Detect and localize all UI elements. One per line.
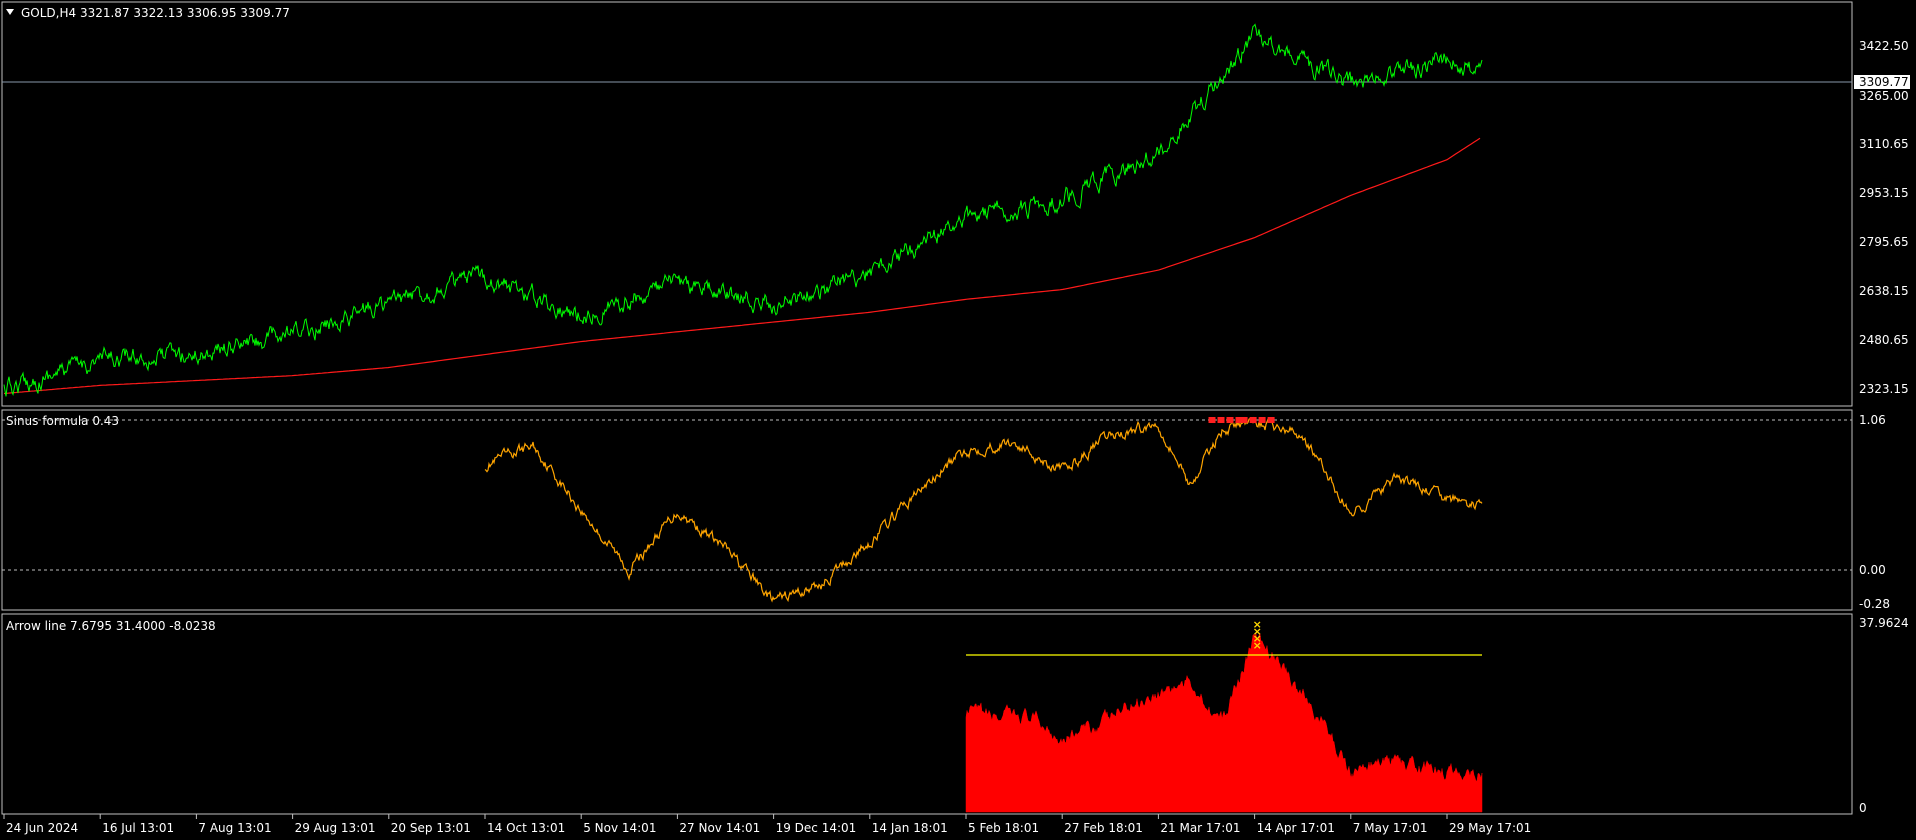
- main-panel-header: GOLD,H4 3321.87 3322.13 3306.95 3309.77: [21, 6, 290, 20]
- time-label: 14 Jan 18:01: [872, 821, 948, 835]
- signal-mark: [1249, 417, 1257, 423]
- time-label: 24 Jun 2024: [6, 821, 78, 835]
- price-tick: 2953.15: [1859, 186, 1909, 200]
- time-label: 7 May 17:01: [1353, 821, 1428, 835]
- time-label: 16 Jul 13:01: [102, 821, 174, 835]
- time-label: 29 Aug 13:01: [295, 821, 376, 835]
- price-tick: 3110.65: [1859, 137, 1909, 151]
- osc-tick: -0.28: [1859, 597, 1890, 611]
- time-label: 27 Nov 14:01: [679, 821, 760, 835]
- time-label: 5 Nov 14:01: [583, 821, 656, 835]
- price-tick: 3265.00: [1859, 89, 1909, 103]
- time-label: 27 Feb 18:01: [1064, 821, 1143, 835]
- time-label: 21 Mar 17:01: [1160, 821, 1240, 835]
- price-tick: 2795.65: [1859, 235, 1909, 249]
- price-tick: 3422.50: [1859, 39, 1909, 53]
- trading-chart[interactable]: GOLD,H4 3321.87 3322.13 3306.95 3309.77 …: [0, 0, 1916, 840]
- signal-mark: [1217, 417, 1225, 423]
- time-label: 29 May 17:01: [1449, 821, 1531, 835]
- oscillator-header: Sinus formula 0.43: [6, 414, 119, 428]
- current-price-label: 3309.77: [1859, 75, 1909, 89]
- signal-mark: [1240, 417, 1248, 423]
- signal-mark: [1226, 417, 1234, 423]
- osc-tick: 1.06: [1859, 413, 1886, 427]
- osc-tick: 0.00: [1859, 563, 1886, 577]
- price-tick: 2638.15: [1859, 284, 1909, 298]
- arrow-mark-icon: ×: [1253, 639, 1262, 652]
- signal-mark: [1258, 417, 1266, 423]
- time-label: 7 Aug 13:01: [198, 821, 271, 835]
- signal-mark: [1267, 417, 1275, 423]
- hist-tick: 37.9624: [1859, 616, 1909, 630]
- time-label: 20 Sep 13:01: [391, 821, 471, 835]
- signal-mark: [1208, 417, 1216, 423]
- time-label: 5 Feb 18:01: [968, 821, 1039, 835]
- time-label: 14 Apr 17:01: [1257, 821, 1335, 835]
- time-label: 14 Oct 13:01: [487, 821, 565, 835]
- hist-tick: 0: [1859, 801, 1867, 815]
- time-label: 19 Dec 14:01: [776, 821, 857, 835]
- price-tick: 2323.15: [1859, 382, 1909, 396]
- histogram-header: Arrow line 7.6795 31.4000 -8.0238: [6, 619, 216, 633]
- price-tick: 2480.65: [1859, 333, 1909, 347]
